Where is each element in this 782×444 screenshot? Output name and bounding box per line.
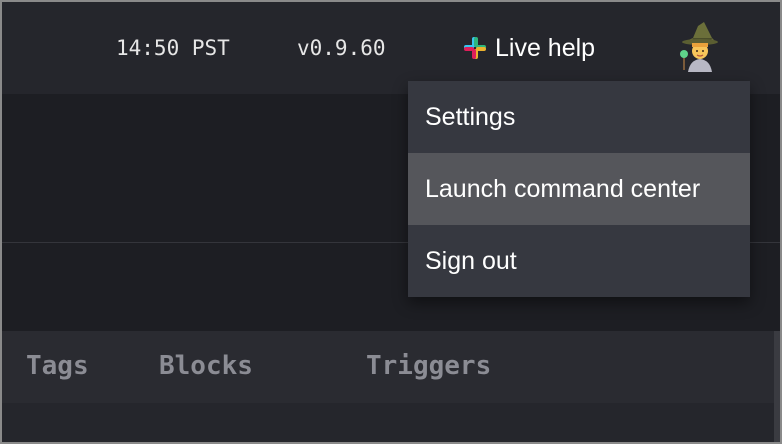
user-dropdown-menu: Settings Launch command center Sign out: [408, 81, 750, 297]
app-window: 14:50 PST v0.9.60 Live help Tags Blocks …: [2, 2, 780, 442]
tab-bar: Tags Blocks Triggers: [2, 331, 774, 403]
current-time: 14:50 PST: [116, 36, 230, 60]
tab-triggers[interactable]: Triggers: [366, 350, 491, 382]
tab-blocks[interactable]: Blocks: [159, 350, 253, 382]
menu-item-launch-command-center[interactable]: Launch command center: [408, 153, 750, 225]
bottom-panel: [2, 403, 774, 442]
menu-item-sign-out[interactable]: Sign out: [408, 225, 750, 297]
menu-item-settings[interactable]: Settings: [408, 81, 750, 153]
live-help-link[interactable]: Live help: [463, 32, 595, 64]
slack-icon: [464, 37, 486, 59]
scrollbar[interactable]: [774, 331, 780, 442]
tab-tags[interactable]: Tags: [26, 350, 89, 382]
mage-avatar-icon[interactable]: [676, 20, 724, 72]
live-help-label: Live help: [495, 33, 596, 62]
app-version: v0.9.60: [297, 36, 386, 60]
